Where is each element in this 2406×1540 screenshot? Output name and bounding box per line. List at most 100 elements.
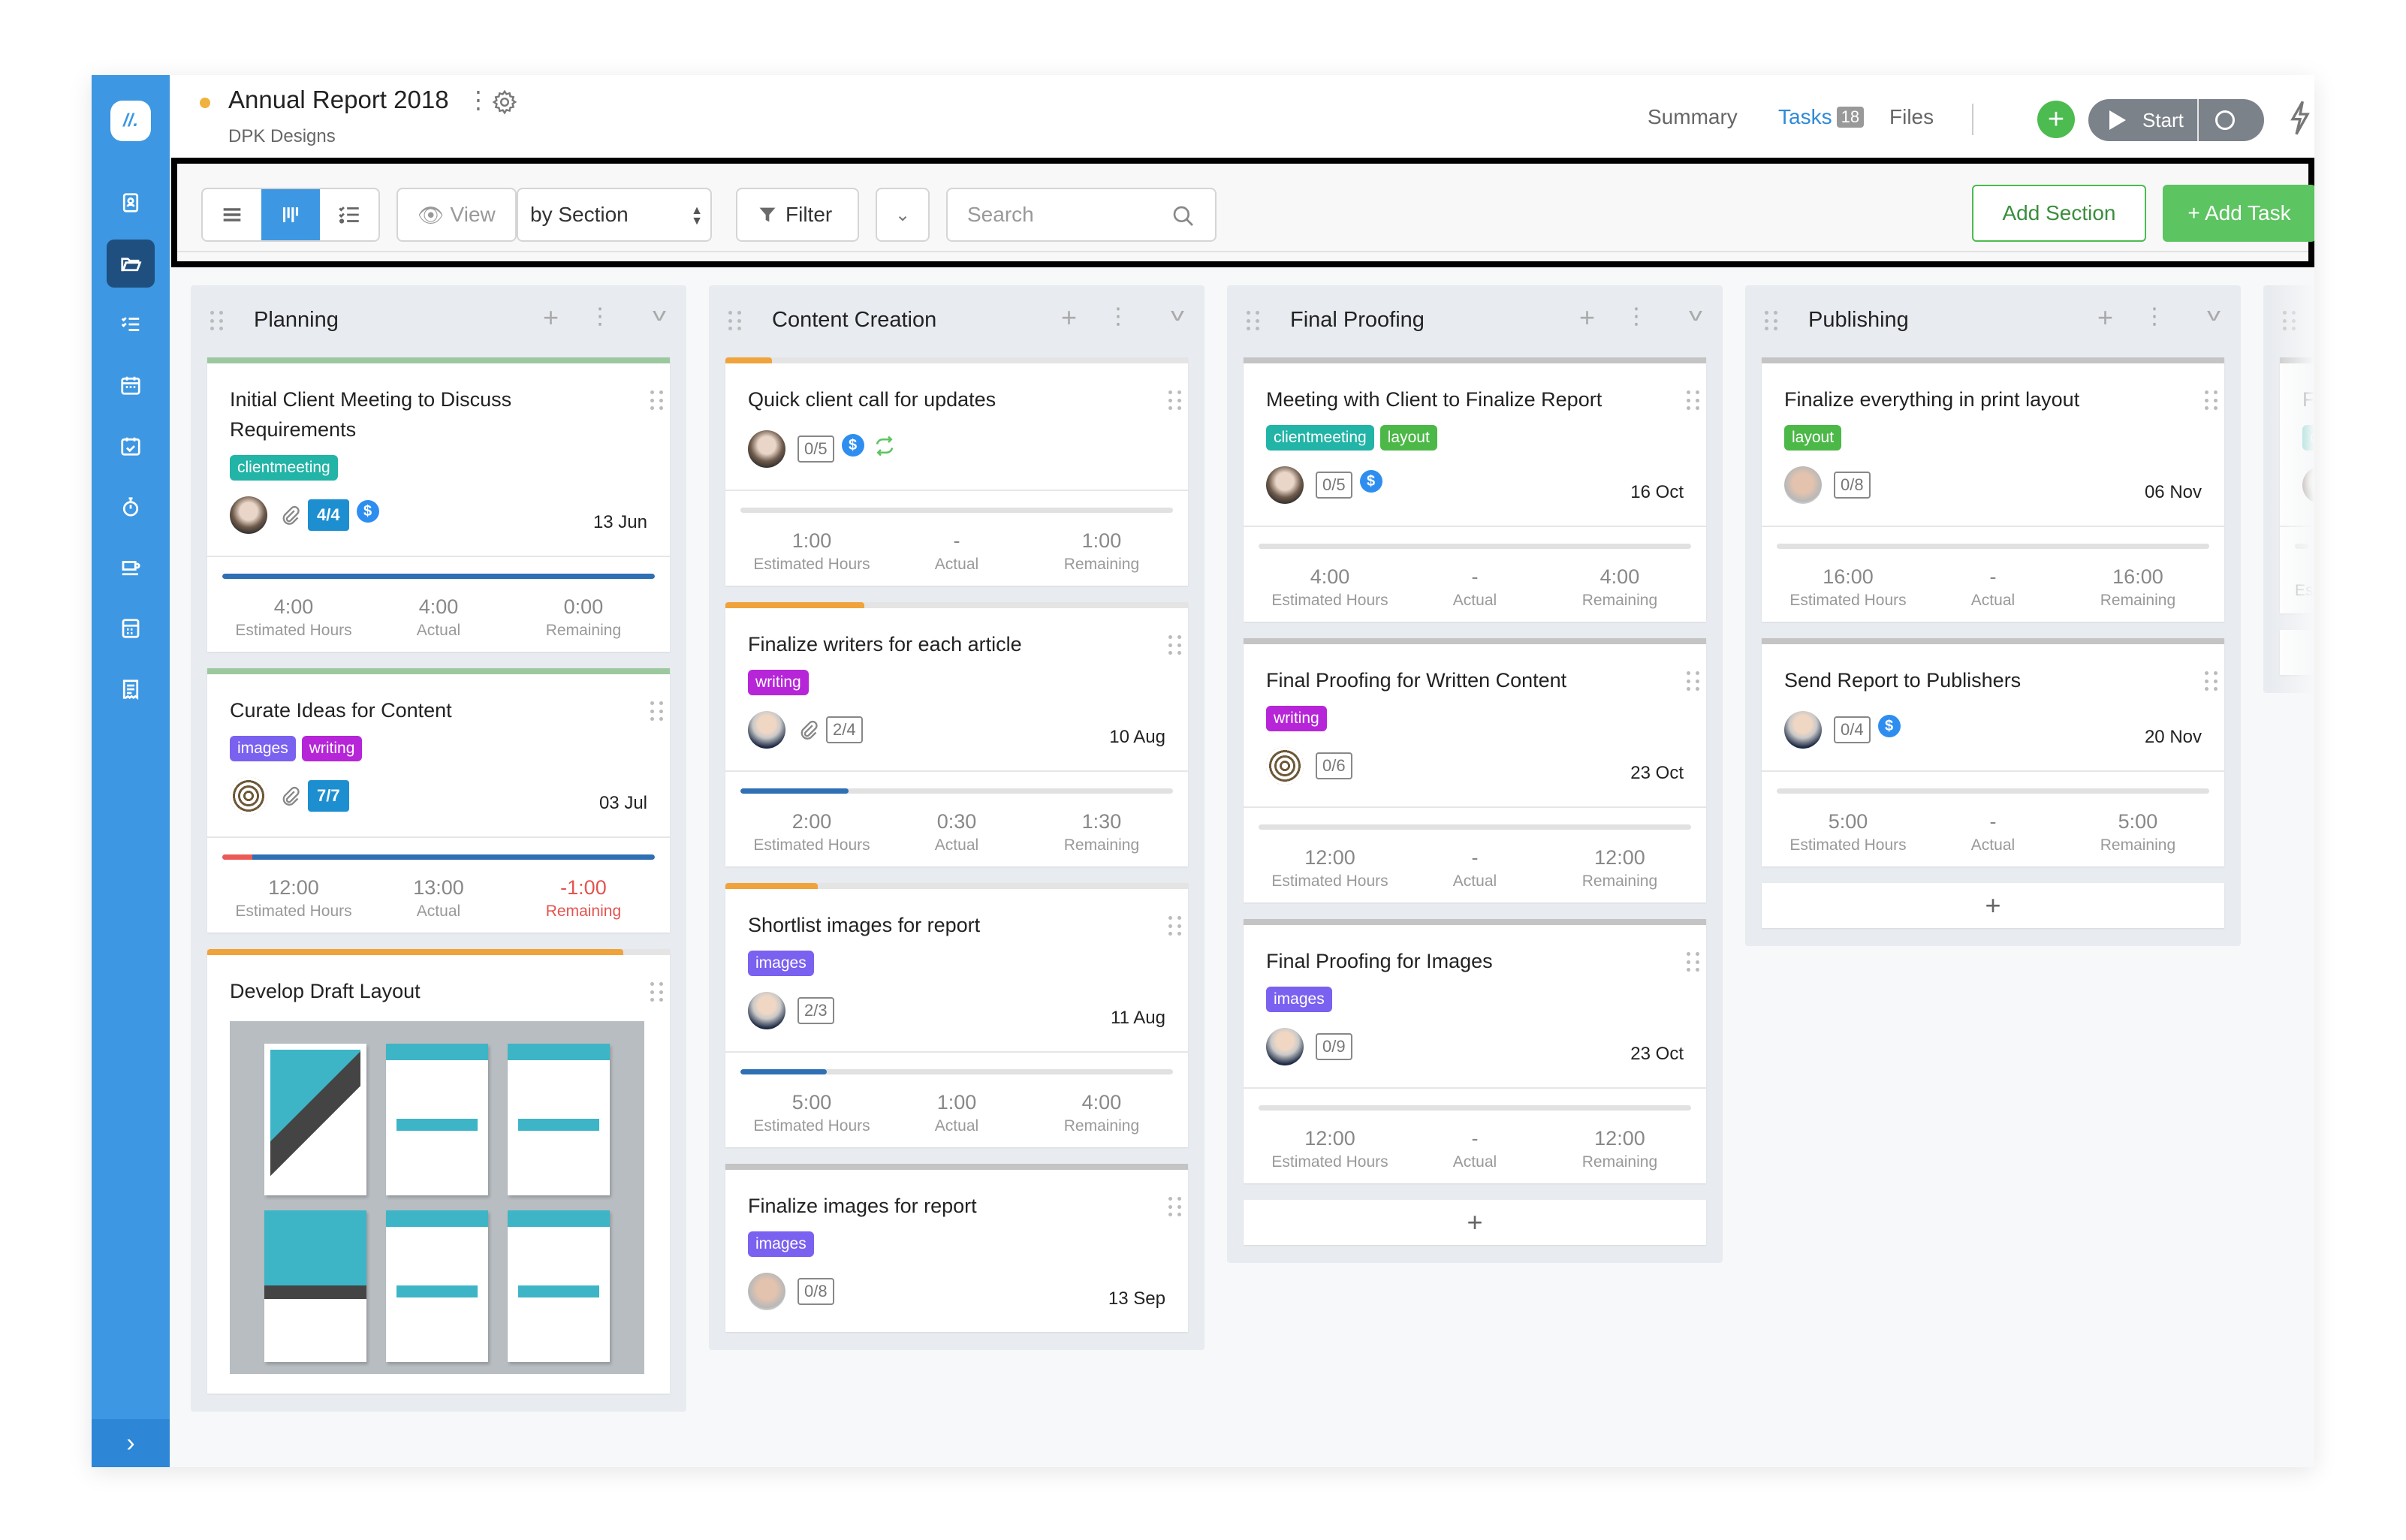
view-button[interactable]: 👁 View [396,188,517,242]
tag-writing[interactable]: writing [1266,706,1327,731]
tag-layout[interactable]: layout [1379,425,1437,451]
tag-images[interactable]: images [748,1231,814,1257]
sidebar-item-contacts[interactable] [107,179,155,227]
task-title[interactable]: Send Report to Publishers [1784,665,2202,695]
sidebar-item-receipt[interactable] [107,665,155,713]
task-card[interactable]: Shortlist images for report images 2/3 11 A… [725,883,1188,1147]
checklist-count[interactable]: 2/4 [826,716,863,743]
project-more-icon[interactable]: ⋮ [466,86,490,114]
checklist-view-button[interactable] [320,189,378,240]
card-drag-handle[interactable] [2205,671,2218,692]
chevron-down-icon[interactable]: v [2207,305,2221,326]
assignee-avatar[interactable] [230,496,267,534]
nav-summary[interactable]: Summary [1648,105,1738,129]
add-task-to-section-button[interactable]: + [1061,302,1077,333]
task-card[interactable]: Curate Ideas for Content images writing 7/7… [207,668,670,933]
task-title[interactable]: Finalize everything in print layout [1784,384,2202,414]
section-more-icon[interactable]: ⋮ [2143,303,2166,330]
task-card[interactable]: Meeting with Client to Finalize Report cl… [1244,357,1706,622]
quick-add-button[interactable]: + [2037,101,2075,138]
add-section-button[interactable]: Add Section [1972,185,2146,242]
sidebar-item-folder-open[interactable] [107,240,155,288]
task-title[interactable]: Initial Client Meeting to Discuss Requir… [230,384,647,445]
task-card[interactable]: Quick client call for updates 0/5 $1:00 Est… [725,357,1188,586]
section-drag-handle[interactable] [1765,311,1778,332]
checklist-count[interactable]: 0/5 [797,435,834,463]
list-view-button[interactable] [203,189,261,240]
task-title[interactable]: Shortlist images for report [748,910,1165,940]
timer-start-button[interactable]: Start [2088,99,2264,141]
card-drag-handle[interactable] [1168,1197,1182,1218]
task-card[interactable]: Final Proofing for Images images 0/9 23 Oct… [1244,919,1706,1183]
sidebar-item-coffee-cup[interactable] [107,544,155,592]
app-logo[interactable]: //. [110,101,151,141]
chevron-down-icon[interactable]: v [653,305,666,326]
assignee-avatar[interactable] [748,1273,785,1310]
card-drag-handle[interactable] [2205,390,2218,411]
section-drag-handle[interactable] [1247,311,1260,332]
assignee-avatar[interactable] [1784,711,1822,749]
tag-images[interactable]: images [230,736,296,761]
task-title[interactable]: Final Proofing for Images [1266,946,1684,976]
card-drag-handle[interactable] [650,982,664,1003]
sidebar-item-stopwatch[interactable] [107,483,155,531]
tag-writing[interactable]: writing [301,736,363,761]
task-card[interactable]: Finalize images for report images 0/8 13 Se… [725,1164,1188,1332]
task-title[interactable]: Develop Draft Layout [230,976,647,1006]
add-task-button[interactable]: + Add Task [2163,185,2314,242]
filter-button[interactable]: Filter [736,188,859,242]
nav-files[interactable]: Files [1889,105,1934,129]
tag-clientmeeting[interactable]: clientmeeting [230,455,338,481]
chevron-down-icon[interactable]: v [1171,305,1184,326]
tag-clientmeeting[interactable]: clientmeeting [1266,425,1374,451]
assignee-avatar[interactable] [748,992,785,1029]
tag-layout[interactable]: layout [1784,425,1842,451]
task-title[interactable]: Final Proofing for Written Content [1266,665,1684,695]
task-card[interactable]: Finalize everything in print layout layou… [1762,357,2224,622]
sidebar-item-calendar-check[interactable] [107,422,155,470]
card-drag-handle[interactable] [1168,916,1182,937]
task-card[interactable]: Send Report to Publishers 0/4 $20 Nov 5:00 E… [1762,638,2224,866]
add-task-to-section-button[interactable]: + [543,302,559,333]
checklist-count[interactable]: 2/3 [797,997,834,1024]
assignee-avatar[interactable] [1266,466,1304,504]
search-input[interactable]: Search [946,188,1217,242]
section-more-icon[interactable]: ⋮ [1107,303,1129,330]
add-task-to-section-button[interactable]: + [2097,302,2113,333]
task-card[interactable]: Final Proofing for Written Content writin… [1244,638,1706,903]
card-drag-handle[interactable] [1168,390,1182,411]
task-card[interactable]: Initial Client Meeting to Discuss Requir… [207,357,670,652]
card-drag-handle[interactable] [1687,671,1700,692]
assignee-avatar[interactable] [1784,466,1822,504]
checklist-count[interactable]: 0/4 [1834,716,1871,743]
assignee-avatar[interactable] [230,777,267,815]
task-title[interactable]: Curate Ideas for Content [230,695,647,725]
assignee-avatar[interactable] [1266,747,1304,785]
task-card[interactable]: Develop Draft Layout [207,949,670,1394]
section-more-icon[interactable]: ⋮ [589,303,611,330]
sidebar-item-checklist[interactable] [107,300,155,348]
checklist-count[interactable]: 7/7 [308,780,349,812]
assignee-avatar[interactable] [1266,1028,1304,1065]
task-title[interactable]: Meeting with Client to Finalize Report [1266,384,1684,414]
card-drag-handle[interactable] [1168,635,1182,656]
collapse-all-button[interactable]: ⌄ [876,188,930,242]
add-task-to-section-button[interactable]: + [1579,302,1595,333]
chevron-down-icon[interactable]: v [1689,305,1702,326]
section-more-icon[interactable]: ⋮ [1625,303,1648,330]
checklist-count[interactable]: 4/4 [308,499,349,531]
add-card-button[interactable]: + [1762,883,2224,928]
task-title[interactable]: Finalize writers for each article [748,629,1165,659]
lightning-icon[interactable] [2287,99,2313,137]
section-drag-handle[interactable] [210,311,224,332]
card-drag-handle[interactable] [1687,390,1700,411]
board-view-button[interactable] [261,189,320,240]
assignee-avatar[interactable] [748,711,785,749]
checklist-count[interactable]: 0/9 [1316,1033,1352,1060]
task-title[interactable]: Quick client call for updates [748,384,1165,414]
assignee-avatar[interactable] [748,430,785,468]
tag-images[interactable]: images [748,951,814,976]
checklist-count[interactable]: 0/6 [1316,752,1352,779]
gear-icon[interactable] [491,89,518,116]
section-drag-handle[interactable] [728,311,742,332]
